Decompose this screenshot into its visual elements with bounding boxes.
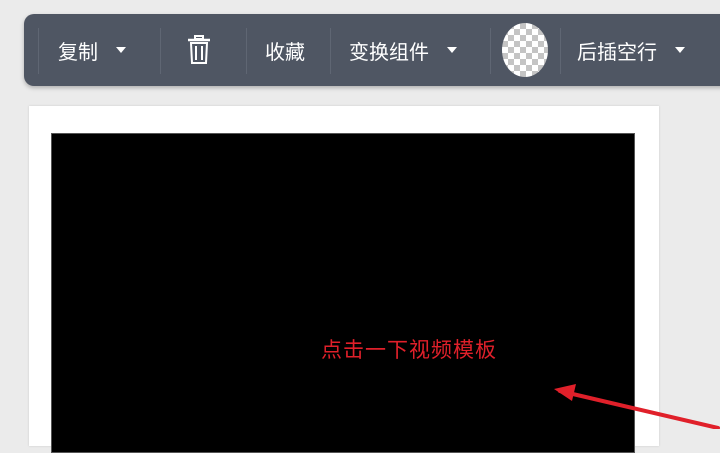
red-arrow-icon: [554, 384, 720, 429]
toolbar-divider: [330, 28, 331, 74]
transform-component-dropdown[interactable]: 变换组件: [349, 14, 457, 86]
favorite-label: 收藏: [265, 39, 305, 64]
trash-icon: [188, 35, 210, 64]
insert-empty-row-dropdown[interactable]: 后插空行: [577, 14, 685, 86]
component-toolbar: 复制 收藏 变换组件 后插空行: [24, 14, 720, 86]
chevron-down-icon: [116, 47, 126, 53]
toolbar-divider: [38, 28, 39, 74]
toolbar-divider: [246, 28, 247, 74]
toolbar-divider: [160, 28, 161, 74]
insert-label: 后插空行: [577, 39, 657, 64]
toolbar-divider: [490, 28, 491, 74]
delete-button[interactable]: [187, 14, 211, 86]
instruction-annotation: 点击一下视频模板: [321, 338, 497, 362]
transform-label: 变换组件: [349, 39, 429, 64]
favorite-button[interactable]: 收藏: [265, 14, 305, 86]
copy-dropdown-button[interactable]: 复制: [58, 14, 126, 86]
toolbar-divider: [560, 28, 561, 74]
transparency-checker-icon[interactable]: [502, 23, 548, 77]
chevron-down-icon: [675, 47, 685, 53]
copy-label: 复制: [58, 39, 98, 64]
chevron-down-icon: [447, 47, 457, 53]
